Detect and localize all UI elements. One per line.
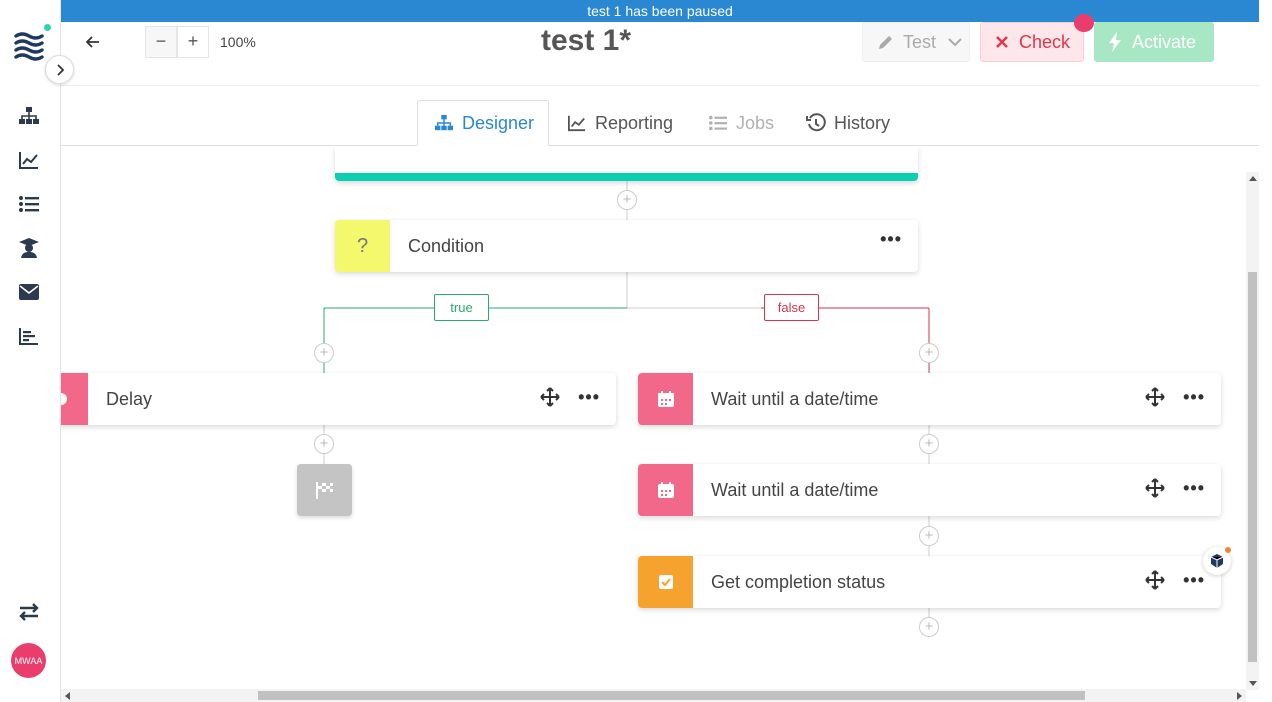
cube-icon	[1210, 554, 1224, 568]
question-icon: ?	[335, 220, 390, 272]
more-icon[interactable]: •••	[1183, 571, 1205, 589]
tab-label: Jobs	[736, 112, 775, 133]
header: − + 100% test 1* Test Check Activate	[61, 14, 1259, 86]
add-step-button[interactable]: +	[314, 343, 334, 363]
vertical-scroll-thumb[interactable]	[1248, 272, 1257, 662]
node-label: Delay	[106, 388, 153, 409]
envelope-icon[interactable]	[17, 280, 41, 304]
condition-node[interactable]: ? Condition •••	[335, 220, 918, 272]
tab-history[interactable]: History	[806, 100, 890, 146]
bolt-icon	[1109, 32, 1121, 52]
close-icon	[996, 36, 1008, 48]
activate-button-label: Activate	[1132, 31, 1197, 52]
chart-line-icon[interactable]	[17, 148, 41, 172]
node-label: Wait until a date/time	[711, 479, 879, 500]
org-chart-icon[interactable]	[17, 104, 41, 128]
move-icon[interactable]	[1145, 570, 1165, 590]
list-icon	[709, 115, 727, 131]
wait-until-node[interactable]: Wait until a date/time •••	[638, 373, 1221, 425]
false-branch-label: false	[764, 294, 819, 321]
tab-label: History	[834, 112, 891, 133]
chart-line-icon	[568, 115, 586, 132]
clock-icon	[61, 373, 88, 425]
end-node[interactable]	[297, 464, 352, 516]
previous-node[interactable]	[335, 147, 918, 181]
calendar-icon	[638, 373, 693, 425]
move-icon[interactable]	[1145, 387, 1165, 407]
test-button-label: Test	[903, 31, 937, 52]
avatar[interactable]: MWAA	[11, 643, 46, 678]
zoom-out-button[interactable]: −	[145, 25, 177, 58]
add-step-button[interactable]: +	[617, 190, 637, 210]
delay-node[interactable]: Delay •••	[61, 373, 616, 425]
check-button-label: Check	[1019, 31, 1071, 52]
horizontal-scroll-thumb[interactable]	[258, 691, 1085, 700]
add-step-button[interactable]: +	[919, 343, 939, 363]
back-button[interactable]	[83, 32, 103, 52]
more-icon[interactable]: •••	[1183, 388, 1205, 406]
zoom-controls: − + 100%	[145, 25, 256, 58]
tab-jobs[interactable]: Jobs	[708, 100, 774, 146]
test-button[interactable]: Test	[862, 22, 970, 62]
check-button[interactable]: Check	[980, 22, 1084, 62]
add-step-button[interactable]: +	[919, 617, 939, 637]
finish-flag-icon	[315, 482, 333, 499]
node-label: Wait until a date/time	[711, 388, 879, 409]
list-icon[interactable]	[17, 192, 41, 216]
scroll-down-icon[interactable]	[1249, 681, 1257, 686]
zoom-level: 100%	[220, 33, 256, 50]
swap-icon[interactable]	[17, 600, 41, 624]
move-icon[interactable]	[540, 387, 560, 407]
more-icon[interactable]: •••	[578, 388, 600, 406]
pencil-icon	[879, 36, 892, 49]
tab-designer[interactable]: Designer	[417, 100, 549, 146]
vertical-scrollbar[interactable]	[1246, 172, 1259, 690]
page-title[interactable]: test 1*	[541, 24, 631, 58]
check-square-icon	[638, 556, 693, 608]
tab-label: Reporting	[595, 112, 674, 133]
logo-icon[interactable]	[14, 30, 44, 62]
node-label: Get completion status	[711, 571, 886, 592]
sidebar: MWAA	[0, 0, 61, 702]
tab-reporting[interactable]: Reporting	[567, 100, 673, 146]
add-step-button[interactable]: +	[919, 434, 939, 454]
add-step-button[interactable]: +	[919, 526, 939, 546]
graduate-icon[interactable]	[17, 236, 41, 260]
true-branch-label: true	[434, 294, 489, 321]
tab-bar: Designer Reporting Jobs History	[61, 100, 1259, 146]
notification-badge	[1074, 14, 1094, 32]
sidebar-toggle-button[interactable]	[45, 55, 74, 84]
scroll-up-icon[interactable]	[1249, 176, 1257, 181]
horizontal-scrollbar[interactable]	[61, 689, 1246, 702]
widget-dot	[1225, 547, 1231, 553]
tab-label: Designer	[462, 112, 535, 133]
wait-until-node[interactable]: Wait until a date/time •••	[638, 464, 1221, 516]
history-icon	[806, 113, 826, 132]
scroll-right-icon[interactable]	[1237, 692, 1242, 700]
status-dot	[44, 24, 51, 31]
scroll-left-icon[interactable]	[65, 692, 70, 700]
flow-canvas[interactable]: + ? Condition ••• true false + + Delay •…	[61, 147, 1245, 689]
more-icon[interactable]: •••	[880, 230, 902, 248]
activate-button[interactable]: Activate	[1094, 22, 1214, 62]
calendar-icon	[638, 464, 693, 516]
zoom-in-button[interactable]: +	[177, 25, 209, 58]
chevron-right-icon	[56, 63, 64, 76]
move-icon[interactable]	[1145, 478, 1165, 498]
sitemap-icon	[435, 114, 453, 131]
node-label: Condition	[408, 235, 485, 256]
more-icon[interactable]: •••	[1183, 479, 1205, 497]
completion-status-node[interactable]: Get completion status •••	[638, 556, 1221, 608]
arrow-left-icon	[86, 36, 99, 48]
add-step-button[interactable]: +	[314, 434, 334, 454]
chevron-down-icon	[948, 38, 962, 47]
bar-chart-icon[interactable]	[17, 324, 41, 348]
